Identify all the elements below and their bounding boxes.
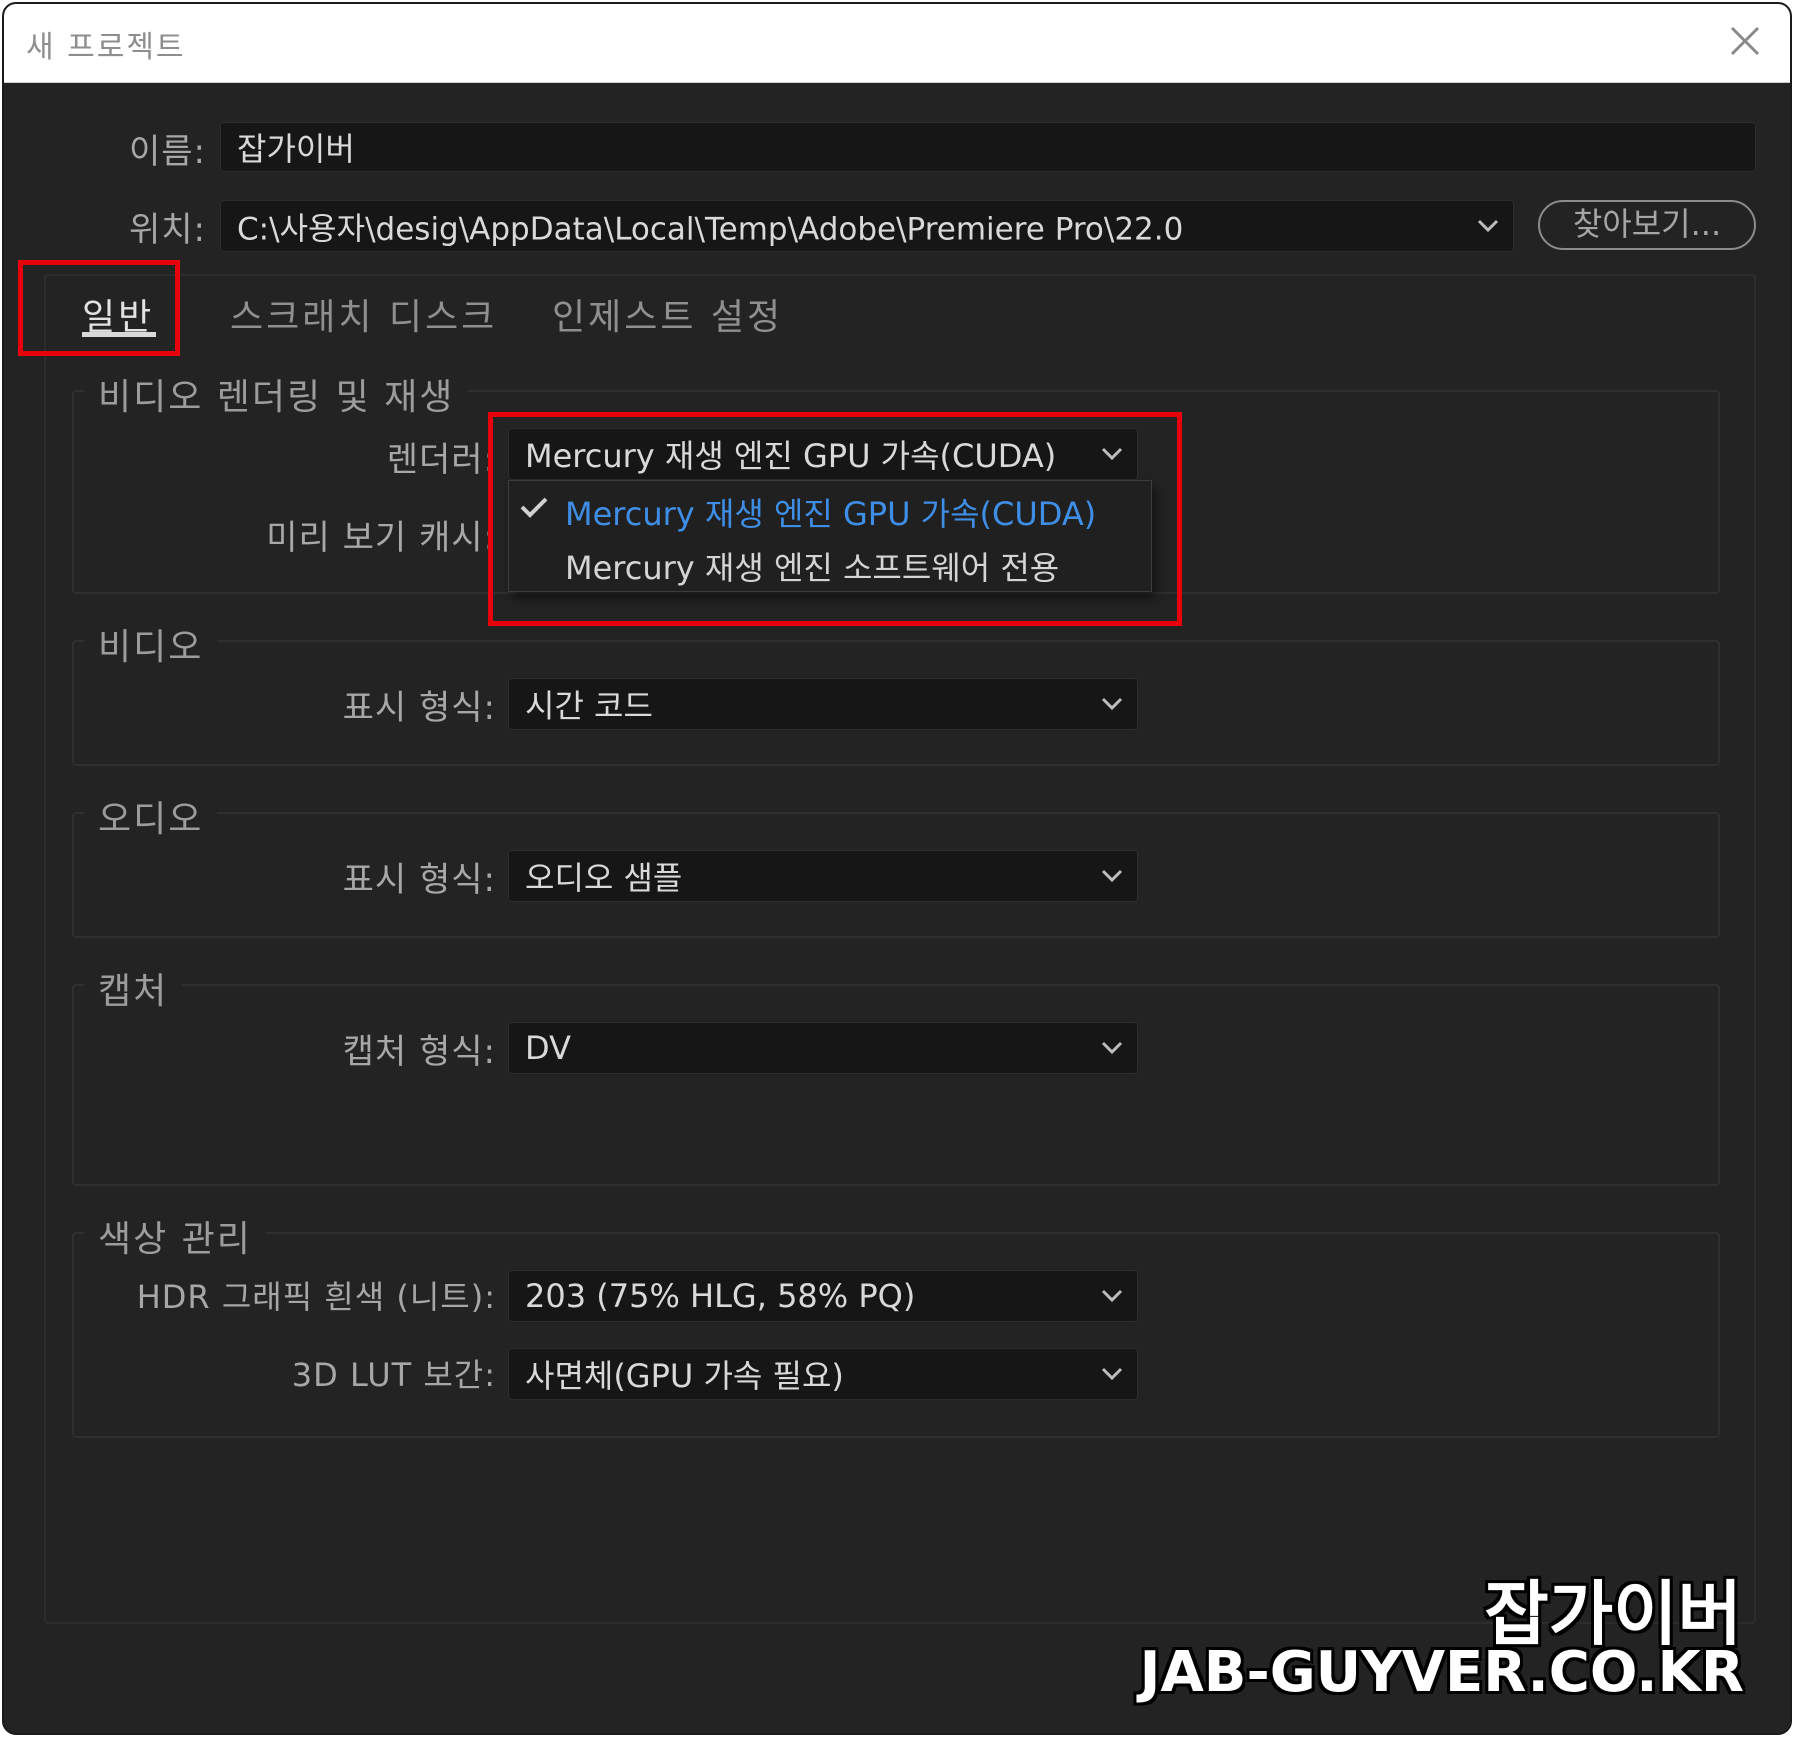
render-group-title: 비디오 렌더링 및 재생 [84,368,469,420]
chevron-down-icon [1477,219,1499,233]
video-display-label: 표시 형식: [342,688,496,728]
name-input[interactable]: 잡가이버 [220,122,1756,172]
name-value: 잡가이버 [237,130,355,168]
color-group-title: 색상 관리 [84,1210,266,1262]
hdr-white-select[interactable]: 203 (75% HLG, 58% PQ) [508,1270,1138,1322]
chevron-down-icon [1101,1367,1123,1381]
dialog-title: 새 프로젝트 [26,30,186,65]
tab-ingest-settings[interactable]: 인제스트 설정 [552,288,783,340]
name-label: 이름: [128,132,206,172]
video-display-select[interactable]: 시간 코드 [508,678,1138,730]
chevron-down-icon [1101,697,1123,711]
audio-display-select[interactable]: 오디오 샘플 [508,850,1138,902]
location-value: C:\사용자\desig\AppData\Local\Temp\Adobe\Pr… [237,211,1184,248]
location-label: 위치: [128,210,206,250]
hdr-white-label: HDR 그래픽 흰색 (니트): [136,1278,496,1316]
hdr-white-value: 203 (75% HLG, 58% PQ) [525,1277,916,1315]
browse-button[interactable]: 찾아보기... [1538,200,1756,250]
tab-highlight-box [18,260,180,356]
lut-interp-value: 사면체(GPU 가속 필요) [525,1357,844,1395]
title-bar: 새 프로젝트 [4,4,1790,83]
capture-format-value: DV [525,1029,571,1067]
audio-display-value: 오디오 샘플 [525,859,683,897]
capture-format-select[interactable]: DV [508,1022,1138,1074]
new-project-dialog: 새 프로젝트 이름: 잡가이버 위치: C:\사용자\desig\AppData… [2,2,1792,1735]
renderer-highlight-box [488,412,1182,626]
chevron-down-icon [1101,1289,1123,1303]
capture-group-title: 캡처 [84,962,183,1014]
video-display-value: 시간 코드 [525,687,653,725]
tab-scratch-disks[interactable]: 스크래치 디스크 [230,288,497,340]
capture-format-label: 캡처 형식: [342,1032,496,1072]
location-select[interactable]: C:\사용자\desig\AppData\Local\Temp\Adobe\Pr… [220,200,1514,252]
audio-display-label: 표시 형식: [342,860,496,900]
audio-group-title: 오디오 [84,790,218,842]
color-management-group [72,1232,1720,1438]
video-group-title: 비디오 [84,618,218,670]
renderer-label: 렌더러: [386,440,496,480]
capture-group [72,984,1720,1186]
lut-interp-label: 3D LUT 보간: [291,1356,496,1394]
close-icon[interactable] [1726,22,1764,60]
preview-cache-label: 미리 보기 캐시: [266,518,496,558]
chevron-down-icon [1101,1041,1123,1055]
lut-interp-select[interactable]: 사면체(GPU 가속 필요) [508,1348,1138,1400]
chevron-down-icon [1101,869,1123,883]
watermark-domain: JAB-GUYVER.CO.KR [1139,1640,1744,1705]
